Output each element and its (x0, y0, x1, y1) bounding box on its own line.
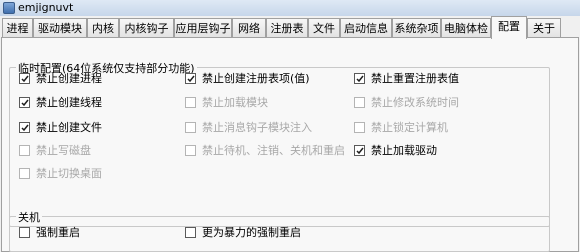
window-title: emjignuvt (18, 1, 74, 14)
checkbox-label: 禁止重置注册表值 (371, 72, 459, 85)
checkbox-box[interactable] (354, 97, 365, 108)
checkbox-label: 禁止加载驱动 (371, 144, 437, 157)
tab-strip: 进程 驱动模块 内核 内核钩子 应用层钩子 网络 注册表 文件 启动信息 系统杂… (0, 16, 580, 39)
tab-kernel-hooks[interactable]: 内核钩子 (119, 18, 174, 37)
checkbox-label: 更为暴力的强制重启 (202, 226, 301, 239)
checkbox-label: 禁止创建注册表项(值) (202, 72, 310, 85)
app-icon (3, 2, 15, 14)
checkbox-box[interactable] (185, 145, 196, 156)
checkbox-label: 禁止创建文件 (36, 121, 102, 134)
tab-kernel[interactable]: 内核 (87, 18, 119, 37)
checkbox-box[interactable] (19, 168, 30, 179)
tab-startup-info[interactable]: 启动信息 (340, 18, 392, 37)
checkbox-box[interactable] (19, 73, 30, 84)
checkbox-label: 禁止锁定计算机 (371, 121, 448, 134)
title-bar: emjignuvt (0, 0, 580, 16)
checkbox-box[interactable] (354, 122, 365, 133)
tab-driver-modules[interactable]: 驱动模块 (33, 18, 87, 37)
checkbox-label: 禁止待机、注销、关机和重启 (202, 144, 345, 157)
check-icon (21, 99, 29, 107)
tab-registry[interactable]: 注册表 (266, 18, 308, 37)
check-icon (21, 124, 29, 132)
tab-about[interactable]: 关于 (527, 18, 561, 37)
tab-pc-checkup[interactable]: 电脑体检 (441, 18, 491, 37)
shutdown-caption: 关机 (16, 209, 42, 225)
tab-process[interactable]: 进程 (2, 18, 33, 37)
tab-config[interactable]: 配置 (491, 16, 527, 39)
checkbox-box[interactable] (354, 73, 365, 84)
checkbox-box[interactable] (354, 145, 365, 156)
check-icon (356, 147, 364, 155)
checkbox-box[interactable] (185, 227, 196, 238)
tab-files[interactable]: 文件 (308, 18, 340, 37)
checkbox-label: 禁止消息钩子模块注入 (202, 121, 312, 134)
checkbox-box[interactable] (19, 227, 30, 238)
checkbox-label: 禁止修改系统时间 (371, 96, 459, 109)
check-icon (21, 75, 29, 83)
config-panel: 临时配置(64位系统仅支持部分功能) 关机 禁止创建进程 禁止创建线程 禁止创建… (1, 37, 579, 252)
checkbox-box[interactable] (185, 73, 196, 84)
checkbox-label: 禁止创建线程 (36, 96, 102, 109)
check-icon (187, 75, 195, 83)
check-icon (356, 75, 364, 83)
checkbox-box[interactable] (19, 97, 30, 108)
checkbox-label: 禁止切换桌面 (36, 167, 102, 180)
checkbox-box[interactable] (185, 97, 196, 108)
checkbox-label: 禁止创建进程 (36, 72, 102, 85)
tab-app-hooks[interactable]: 应用层钩子 (174, 18, 232, 37)
checkbox-box[interactable] (19, 145, 30, 156)
tab-network[interactable]: 网络 (232, 18, 266, 37)
tab-system-misc[interactable]: 系统杂项 (392, 18, 441, 37)
checkbox-box[interactable] (19, 122, 30, 133)
checkbox-label: 禁止写磁盘 (36, 144, 91, 157)
checkbox-label: 强制重启 (36, 226, 80, 239)
checkbox-box[interactable] (185, 122, 196, 133)
checkbox-label: 禁止加载模块 (202, 96, 268, 109)
